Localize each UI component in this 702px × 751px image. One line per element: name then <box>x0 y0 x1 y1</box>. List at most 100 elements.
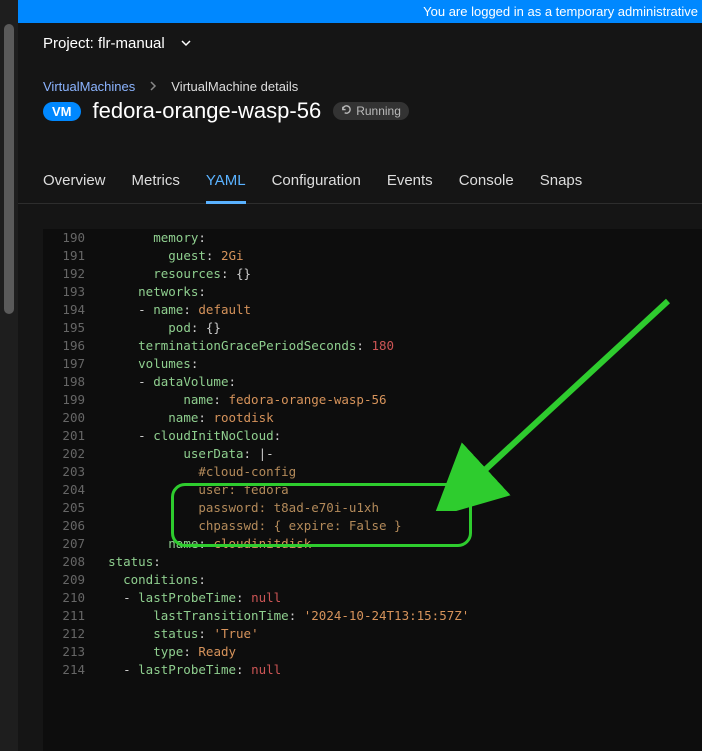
vm-name: fedora-orange-wasp-56 <box>93 98 322 124</box>
yaml-code: resources: {} <box>93 265 251 283</box>
yaml-line: 197 volumes: <box>43 355 702 373</box>
yaml-line: 199 name: fedora-orange-wasp-56 <box>43 391 702 409</box>
yaml-code: chpasswd: { expire: False } <box>93 517 402 535</box>
yaml-code: volumes: <box>93 355 198 373</box>
vm-badge: VM <box>43 102 81 121</box>
project-label: Project: <box>43 35 94 52</box>
line-number: 204 <box>43 481 93 499</box>
yaml-code: name: cloudinitdisk <box>93 535 311 553</box>
breadcrumb-link[interactable]: VirtualMachines <box>43 79 135 94</box>
yaml-line: 196 terminationGracePeriodSeconds: 180 <box>43 337 702 355</box>
line-number: 198 <box>43 373 93 391</box>
scrollbar-track[interactable] <box>0 0 18 751</box>
admin-banner-text: You are logged in as a temporary adminis… <box>423 4 698 19</box>
line-number: 195 <box>43 319 93 337</box>
project-selector[interactable]: Project: flr-manual <box>18 23 702 63</box>
yaml-code: - dataVolume: <box>93 373 236 391</box>
yaml-line: 191 guest: 2Gi <box>43 247 702 265</box>
yaml-code: conditions: <box>93 571 206 589</box>
yaml-line: 194 - name: default <box>43 301 702 319</box>
yaml-line: 203 #cloud-config <box>43 463 702 481</box>
breadcrumb-current: VirtualMachine details <box>171 79 298 94</box>
yaml-line: 212 status: 'True' <box>43 625 702 643</box>
yaml-code: #cloud-config <box>93 463 296 481</box>
yaml-line: 201 - cloudInitNoCloud: <box>43 427 702 445</box>
yaml-code: user: fedora <box>93 481 289 499</box>
yaml-editor[interactable]: 190 memory:191 guest: 2Gi192 resources: … <box>18 204 702 751</box>
tab-configuration[interactable]: Configuration <box>272 162 361 203</box>
yaml-code: - lastProbeTime: null <box>93 589 281 607</box>
yaml-code: status: <box>93 553 161 571</box>
line-number: 196 <box>43 337 93 355</box>
yaml-line: 214 - lastProbeTime: null <box>43 661 702 679</box>
line-number: 212 <box>43 625 93 643</box>
page-title-row: VM fedora-orange-wasp-56 Running <box>18 94 702 124</box>
yaml-line: 202 userData: |- <box>43 445 702 463</box>
yaml-code: guest: 2Gi <box>93 247 244 265</box>
line-number: 208 <box>43 553 93 571</box>
yaml-code: networks: <box>93 283 206 301</box>
tab-yaml[interactable]: YAML <box>206 162 246 203</box>
line-number: 197 <box>43 355 93 373</box>
line-number: 199 <box>43 391 93 409</box>
line-number: 210 <box>43 589 93 607</box>
tab-bar: Overview Metrics YAML Configuration Events Co… <box>18 162 702 204</box>
yaml-line: 200 name: rootdisk <box>43 409 702 427</box>
line-number: 211 <box>43 607 93 625</box>
yaml-line: 210 - lastProbeTime: null <box>43 589 702 607</box>
yaml-code: name: rootdisk <box>93 409 274 427</box>
line-number: 190 <box>43 229 93 247</box>
yaml-code: userData: |- <box>93 445 274 463</box>
yaml-code: - lastProbeTime: null <box>93 661 281 679</box>
project-name: flr-manual <box>98 35 165 52</box>
yaml-code: memory: <box>93 229 206 247</box>
status-text: Running <box>356 104 401 118</box>
caret-down-icon <box>181 35 191 52</box>
yaml-code: - name: default <box>93 301 251 319</box>
tab-overview[interactable]: Overview <box>43 162 106 203</box>
yaml-line: 206 chpasswd: { expire: False } <box>43 517 702 535</box>
line-number: 200 <box>43 409 93 427</box>
yaml-line: 204 user: fedora <box>43 481 702 499</box>
line-number: 193 <box>43 283 93 301</box>
line-number: 203 <box>43 463 93 481</box>
yaml-line: 192 resources: {} <box>43 265 702 283</box>
line-number: 214 <box>43 661 93 679</box>
yaml-line: 195 pod: {} <box>43 319 702 337</box>
line-number: 206 <box>43 517 93 535</box>
line-number: 202 <box>43 445 93 463</box>
yaml-code: terminationGracePeriodSeconds: 180 <box>93 337 394 355</box>
scrollbar-thumb[interactable] <box>4 24 14 314</box>
tab-events[interactable]: Events <box>387 162 433 203</box>
yaml-line: 213 type: Ready <box>43 643 702 661</box>
yaml-code: lastTransitionTime: '2024-10-24T13:15:57… <box>93 607 469 625</box>
chevron-right-icon <box>149 79 157 94</box>
yaml-code: type: Ready <box>93 643 236 661</box>
line-number: 209 <box>43 571 93 589</box>
yaml-line: 211 lastTransitionTime: '2024-10-24T13:1… <box>43 607 702 625</box>
yaml-line: 207 name: cloudinitdisk <box>43 535 702 553</box>
line-number: 191 <box>43 247 93 265</box>
status-badge[interactable]: Running <box>333 102 409 120</box>
line-number: 192 <box>43 265 93 283</box>
line-number: 207 <box>43 535 93 553</box>
yaml-line: 193 networks: <box>43 283 702 301</box>
yaml-code: - cloudInitNoCloud: <box>93 427 281 445</box>
yaml-line: 198 - dataVolume: <box>43 373 702 391</box>
yaml-line: 190 memory: <box>43 229 702 247</box>
yaml-line: 205 password: t8ad-e70i-u1xh <box>43 499 702 517</box>
breadcrumb: VirtualMachines VirtualMachine details <box>18 79 702 94</box>
refresh-icon <box>341 104 352 118</box>
line-number: 201 <box>43 427 93 445</box>
tab-snaps[interactable]: Snaps <box>540 162 583 203</box>
yaml-code: password: t8ad-e70i-u1xh <box>93 499 379 517</box>
line-number: 213 <box>43 643 93 661</box>
tab-metrics[interactable]: Metrics <box>132 162 180 203</box>
line-number: 205 <box>43 499 93 517</box>
admin-banner: You are logged in as a temporary adminis… <box>5 0 702 23</box>
yaml-code: status: 'True' <box>93 625 259 643</box>
yaml-code: name: fedora-orange-wasp-56 <box>93 391 387 409</box>
yaml-code: pod: {} <box>93 319 221 337</box>
tab-console[interactable]: Console <box>459 162 514 203</box>
line-number: 194 <box>43 301 93 319</box>
